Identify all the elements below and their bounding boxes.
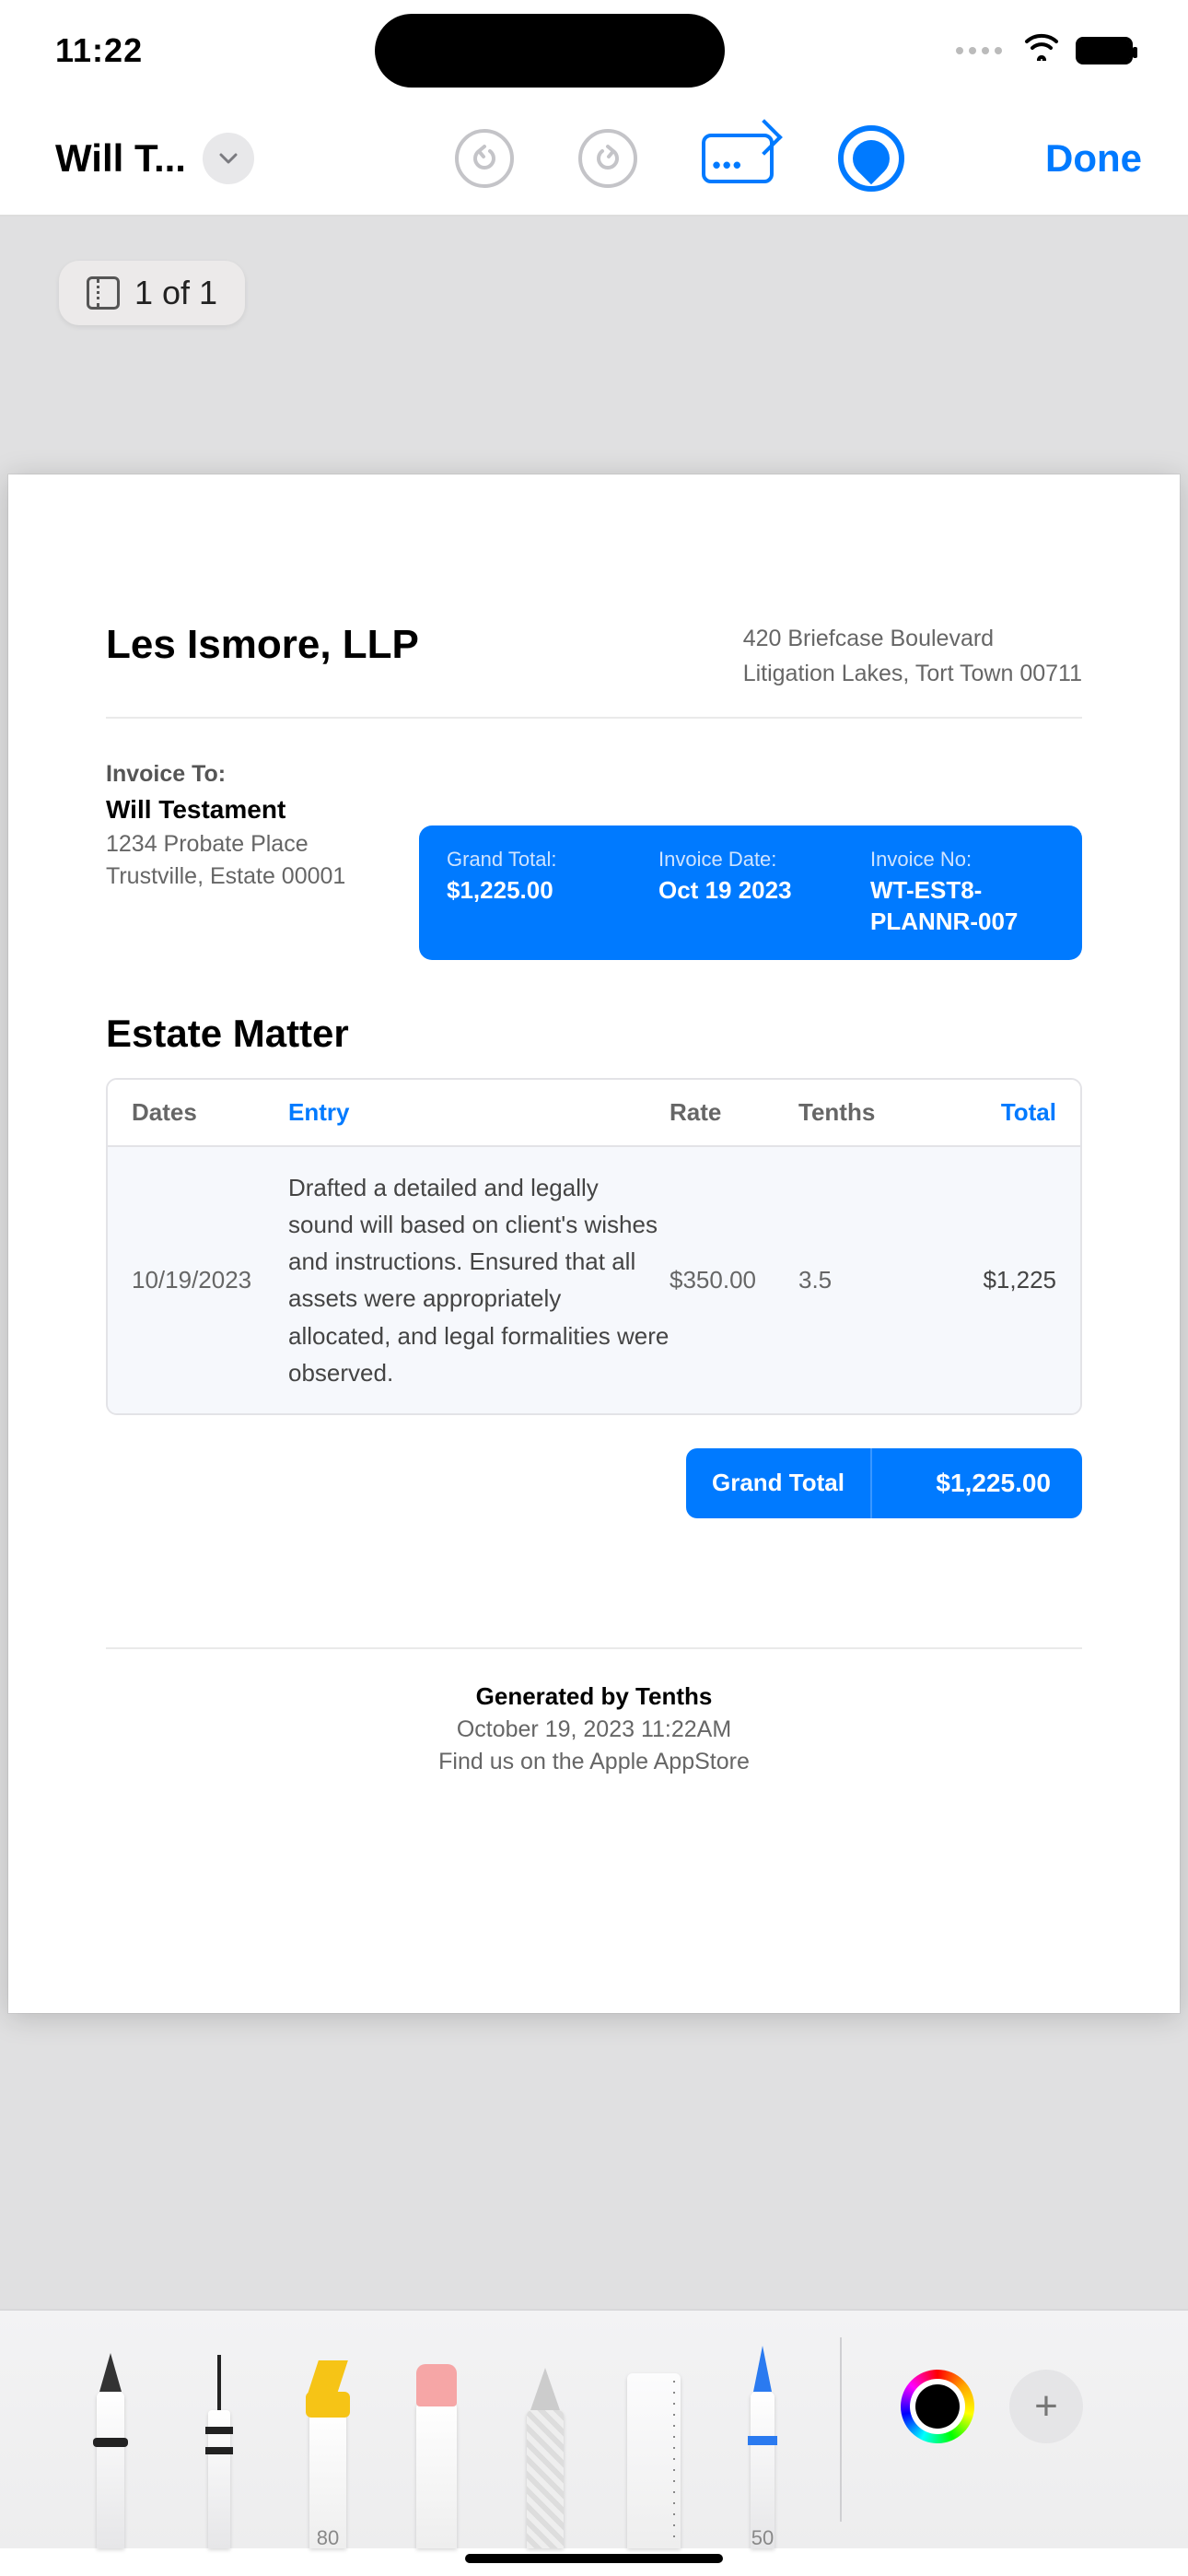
summary-date-label: Invoice Date:	[658, 848, 843, 872]
document-page: Les Ismore, LLP 420 Briefcase Boulevard …	[8, 474, 1180, 2013]
page-indicator[interactable]: 1 of 1	[59, 261, 245, 325]
thumbnails-icon	[87, 276, 120, 310]
footer-timestamp: October 19, 2023 11:22AM	[106, 1716, 1082, 1743]
grand-total-label: Grand Total	[686, 1448, 872, 1518]
invoice-firm-address: 420 Briefcase Boulevard Litigation Lakes…	[743, 622, 1082, 691]
invoice-firm-address-line1: 420 Briefcase Boulevard	[743, 622, 1082, 657]
cell-date: 10/19/2023	[132, 1261, 288, 1298]
bluepen-tool[interactable]: 50	[726, 2336, 799, 2548]
invoice-grand-total-row: Grand Total $1,225.00	[106, 1448, 1082, 1518]
pencil-tool[interactable]	[508, 2336, 582, 2548]
invoice-to-address: 1234 Probate Place Trustville, Estate 00…	[106, 828, 382, 893]
invoice-to-address-line2: Trustville, Estate 00001	[106, 861, 382, 893]
palette-divider	[840, 2337, 842, 2522]
dynamic-island	[375, 14, 725, 88]
pen-icon	[97, 2392, 124, 2548]
bluepen-icon	[751, 2392, 775, 2548]
autofill-icon: •••	[702, 134, 774, 183]
col-header-total: Total	[937, 1098, 1056, 1127]
battery-icon	[1076, 37, 1133, 64]
eraser-tool[interactable]	[400, 2336, 473, 2548]
color-swatch-icon	[910, 2379, 965, 2434]
cell-rate: $350.00	[670, 1261, 798, 1298]
undo-button[interactable]	[455, 129, 514, 188]
page-indicator-label: 1 of 1	[134, 274, 217, 312]
plus-icon: +	[1034, 2383, 1058, 2430]
navigation-bar: Will T... ••• Done	[0, 101, 1188, 217]
color-picker-button[interactable]	[901, 2370, 974, 2443]
home-indicator[interactable]	[0, 2548, 1188, 2576]
summary-no-value: WT-EST8-PLANNR-007	[870, 875, 1054, 938]
invoice-table-row: 10/19/2023 Drafted a detailed and legall…	[108, 1145, 1080, 1414]
pen-tip-icon	[844, 132, 897, 184]
col-header-rate: Rate	[670, 1098, 798, 1127]
highlighter-size-label: 80	[317, 2526, 339, 2550]
invoice-to-name: Will Testament	[106, 795, 382, 825]
pen-tool[interactable]	[74, 2336, 147, 2548]
summary-grandtotal-value: $1,225.00	[447, 875, 631, 907]
pencil-icon	[527, 2410, 564, 2548]
ruler-tool[interactable]	[617, 2336, 691, 2548]
cellular-dots-icon	[956, 47, 1002, 54]
grand-total-value: $1,225.00	[872, 1448, 1082, 1518]
col-header-entry: Entry	[288, 1098, 670, 1127]
bluepen-size-label: 50	[751, 2526, 774, 2550]
col-header-tenths: Tenths	[798, 1098, 937, 1127]
cell-tenths: 3.5	[798, 1261, 937, 1298]
markup-button[interactable]	[838, 125, 904, 192]
cell-total: $1,225	[937, 1261, 1056, 1298]
invoice-footer: Generated by Tenths October 19, 2023 11:…	[106, 1647, 1082, 1775]
done-button[interactable]: Done	[1045, 136, 1142, 181]
status-time: 11:22	[55, 31, 143, 70]
markup-tool-palette: 80 50 +	[0, 2309, 1188, 2548]
chevron-down-icon	[203, 133, 254, 184]
document-title-button[interactable]: Will T...	[55, 133, 313, 184]
summary-date-value: Oct 19 2023	[658, 875, 843, 907]
document-title: Will T...	[55, 136, 186, 181]
invoice-firm-address-line2: Litigation Lakes, Tort Town 00711	[743, 657, 1082, 692]
ruler-icon	[627, 2373, 681, 2548]
redo-button[interactable]	[578, 129, 637, 188]
redo-icon	[591, 142, 624, 175]
eraser-icon	[416, 2401, 457, 2548]
fineliner-tool[interactable]	[182, 2336, 256, 2548]
invoice-firm-name: Les Ismore, LLP	[106, 622, 419, 668]
status-right	[956, 33, 1133, 69]
cell-entry: Drafted a detailed and legally sound wil…	[288, 1169, 670, 1392]
highlighter-tool[interactable]: 80	[291, 2336, 365, 2548]
wifi-icon	[1024, 33, 1059, 69]
autofill-button[interactable]: •••	[702, 134, 774, 183]
undo-icon	[468, 142, 501, 175]
invoice-table-header: Dates Entry Rate Tenths Total	[108, 1080, 1080, 1145]
footer-appstore: Find us on the Apple AppStore	[106, 1749, 1082, 1775]
add-tool-button[interactable]: +	[1009, 2370, 1083, 2443]
summary-grandtotal-label: Grand Total:	[447, 848, 631, 872]
invoice-table: Dates Entry Rate Tenths Total 10/19/2023…	[106, 1078, 1082, 1416]
summary-no-label: Invoice No:	[870, 848, 1054, 872]
status-bar: 11:22	[0, 0, 1188, 101]
invoice-summary-box: Grand Total: $1,225.00 Invoice Date: Oct…	[419, 825, 1082, 960]
invoice-section-title: Estate Matter	[106, 1012, 1082, 1056]
fineliner-icon	[208, 2410, 230, 2548]
footer-generated-by: Generated by Tenths	[106, 1682, 1082, 1711]
invoice-to-label: Invoice To:	[106, 761, 382, 788]
invoice-to-address-line1: 1234 Probate Place	[106, 828, 382, 861]
document-canvas[interactable]: 1 of 1 Les Ismore, LLP 420 Briefcase Bou…	[0, 217, 1188, 2309]
col-header-dates: Dates	[132, 1098, 288, 1127]
